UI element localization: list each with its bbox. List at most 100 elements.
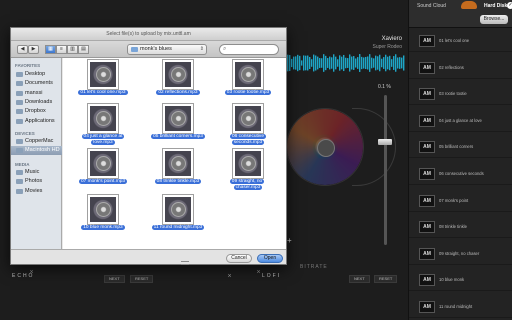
waveform-bar bbox=[321, 58, 323, 68]
media-heading: MEDIA bbox=[15, 162, 30, 167]
sidebar-item-music[interactable]: Music bbox=[11, 168, 62, 177]
waveform-bar bbox=[361, 56, 363, 70]
album-thumb-icon: AM bbox=[419, 61, 435, 74]
waveform-bar bbox=[371, 57, 373, 69]
resize-grip[interactable] bbox=[181, 261, 189, 265]
dialog-footer: Cancel Open bbox=[11, 249, 286, 264]
waveform-bar bbox=[345, 57, 347, 69]
playlist-item[interactable]: AM 01 let's cool one bbox=[409, 30, 512, 52]
tab-soundcloud[interactable]: Sound Cloud bbox=[417, 3, 446, 9]
playlist-item[interactable]: AM 02 reflections bbox=[409, 57, 512, 79]
file-item[interactable]: 03 rootie tootie.mp3 bbox=[218, 60, 278, 106]
playlist-item[interactable]: AM 10 blue monk bbox=[409, 269, 512, 292]
lofi-label: LOFI bbox=[262, 273, 282, 279]
file-name-label: 02 reflections.mp3 bbox=[156, 90, 200, 95]
browse-button[interactable]: Browse... bbox=[480, 15, 508, 24]
playlist-item[interactable]: AM 08 trinkle tinkle bbox=[409, 216, 512, 239]
coverflow-view-button[interactable]: ▤ bbox=[78, 45, 89, 54]
pitch-slider-track[interactable] bbox=[384, 95, 387, 245]
right-next-button[interactable]: NEXT bbox=[349, 275, 370, 283]
sidebar-item-label: manssi bbox=[25, 89, 43, 96]
file-item[interactable]: 10 blue monk.mp3 bbox=[73, 195, 133, 241]
file-name-label: 01 let's cool one.mp3 bbox=[78, 90, 128, 95]
crosshair-cursor-icon: + bbox=[287, 236, 292, 245]
file-item[interactable]: 09 straight, no chaser.mp3 bbox=[218, 149, 278, 195]
file-item[interactable]: 04 just a glance at love.mp3 bbox=[73, 104, 133, 150]
sidebar-item-documents[interactable]: Documents bbox=[11, 79, 62, 88]
album-art-icon bbox=[233, 149, 263, 178]
dialog-title: Select file(s) to upload by mix.unttl.am bbox=[11, 28, 286, 41]
folder-icon bbox=[16, 81, 23, 87]
sidebar-item-dropbox[interactable]: Dropbox bbox=[11, 107, 62, 116]
playlist-item[interactable]: AM 11 round midnight bbox=[409, 296, 512, 318]
playlist-item[interactable]: AM 03 rootie tootie bbox=[409, 83, 512, 106]
waveform-bar bbox=[295, 56, 297, 70]
disc-icon bbox=[96, 67, 111, 82]
folder-icon bbox=[16, 170, 23, 175]
file-item[interactable]: 07 monk's point.mp3 bbox=[73, 149, 133, 195]
sidebar-item-applications[interactable]: Applications bbox=[11, 117, 62, 126]
playlist-item[interactable]: AM 05 brilliant corners bbox=[409, 136, 512, 159]
checkmark-icon: ✓ bbox=[507, 2, 512, 9]
sidebar-item-downloads[interactable]: Downloads bbox=[11, 98, 62, 107]
playlist-item[interactable]: AM 04 just a glance at love bbox=[409, 110, 512, 132]
playlist-item-label: 11 round midnight bbox=[439, 304, 473, 309]
waveform-bar bbox=[319, 58, 321, 68]
open-button[interactable]: Open bbox=[257, 254, 283, 263]
waveform-bar bbox=[299, 55, 301, 71]
tab-harddisk[interactable]: Hard Disk bbox=[484, 3, 507, 9]
left-next-button[interactable]: NEXT bbox=[104, 275, 125, 283]
forward-button[interactable]: ▶ bbox=[28, 45, 39, 54]
left-close-icon[interactable]: × bbox=[225, 272, 234, 281]
sidebar-item-manssi[interactable]: manssi bbox=[11, 89, 62, 98]
playlist-item-label: 08 trinkle tinkle bbox=[439, 224, 467, 230]
folder-icon bbox=[16, 90, 23, 96]
waveform[interactable] bbox=[283, 52, 405, 74]
cancel-button[interactable]: Cancel bbox=[226, 254, 252, 263]
bitrate-label: BITRATE bbox=[300, 264, 328, 270]
file-item[interactable]: 06 consecutive seconds.mp3 bbox=[218, 104, 278, 150]
sidebar-item-photos[interactable]: Photos bbox=[11, 177, 62, 186]
list-view-button[interactable]: ≡ bbox=[56, 45, 67, 54]
sidebar-item-desktop[interactable]: Desktop bbox=[11, 70, 62, 79]
sidebar-item-macintosh-hd[interactable]: Macintosh HD bbox=[11, 146, 62, 156]
column-view-button[interactable]: ▥ bbox=[67, 45, 78, 54]
folder-icon bbox=[131, 47, 138, 52]
pitch-slider-knob[interactable] bbox=[378, 139, 392, 145]
waveform-bar bbox=[399, 57, 401, 69]
album-thumb-icon: AM bbox=[419, 141, 435, 154]
waveform-bar bbox=[373, 58, 375, 68]
location-popup[interactable]: monk's blues ⇕ bbox=[127, 44, 207, 55]
album-thumb-icon: AM bbox=[419, 194, 435, 207]
search-input[interactable]: ⌕ bbox=[219, 44, 279, 55]
playlist-item-label: 02 reflections bbox=[439, 64, 464, 70]
playlist-item-label: 09 straight, no chaser bbox=[439, 250, 480, 256]
playlist-item[interactable]: AM 09 straight, no chaser bbox=[409, 243, 512, 265]
file-name: 07 monk's point.mp3 bbox=[73, 179, 133, 185]
sidebar-item-movies[interactable]: Movies bbox=[11, 187, 62, 196]
waveform-bar bbox=[343, 54, 345, 72]
waveform-bar bbox=[391, 59, 393, 67]
file-item[interactable]: 01 let's cool one.mp3 bbox=[73, 60, 133, 106]
waveform-bar bbox=[289, 55, 291, 71]
file-item[interactable]: 08 trinkle tinkle.mp3 bbox=[148, 149, 208, 195]
file-name: 05 brilliant corners.mp3 bbox=[148, 134, 208, 140]
playlist-item[interactable]: AM 06 consecutive seconds bbox=[409, 163, 512, 185]
waveform-bar bbox=[387, 56, 389, 70]
dialog-toolbar: ◀ ▶ ▦ ≡ ▥ ▤ monk's blues ⇕ ⌕ bbox=[11, 41, 286, 58]
echo-close-icon[interactable]: × bbox=[27, 268, 36, 277]
right-reset-button[interactable]: RESET bbox=[374, 275, 398, 283]
file-item[interactable]: 11 round midnight.mp3 bbox=[148, 195, 208, 241]
back-button[interactable]: ◀ bbox=[17, 45, 28, 54]
file-item[interactable]: 05 brilliant corners.mp3 bbox=[148, 104, 208, 150]
album-thumb-icon: AM bbox=[419, 88, 435, 101]
folder-icon bbox=[16, 179, 23, 185]
file-name-label: 10 blue monk.mp3 bbox=[81, 225, 125, 230]
lofi-close-icon[interactable]: × bbox=[254, 268, 263, 277]
file-item[interactable]: 02 reflections.mp3 bbox=[148, 60, 208, 106]
playlist-item[interactable]: AM 07 monk's point bbox=[409, 190, 512, 212]
sidebar-item-coppermac[interactable]: CopperMac bbox=[11, 137, 62, 146]
disc-icon bbox=[96, 111, 111, 126]
icon-view-button[interactable]: ▦ bbox=[45, 45, 56, 54]
left-reset-button[interactable]: RESET bbox=[130, 275, 154, 283]
